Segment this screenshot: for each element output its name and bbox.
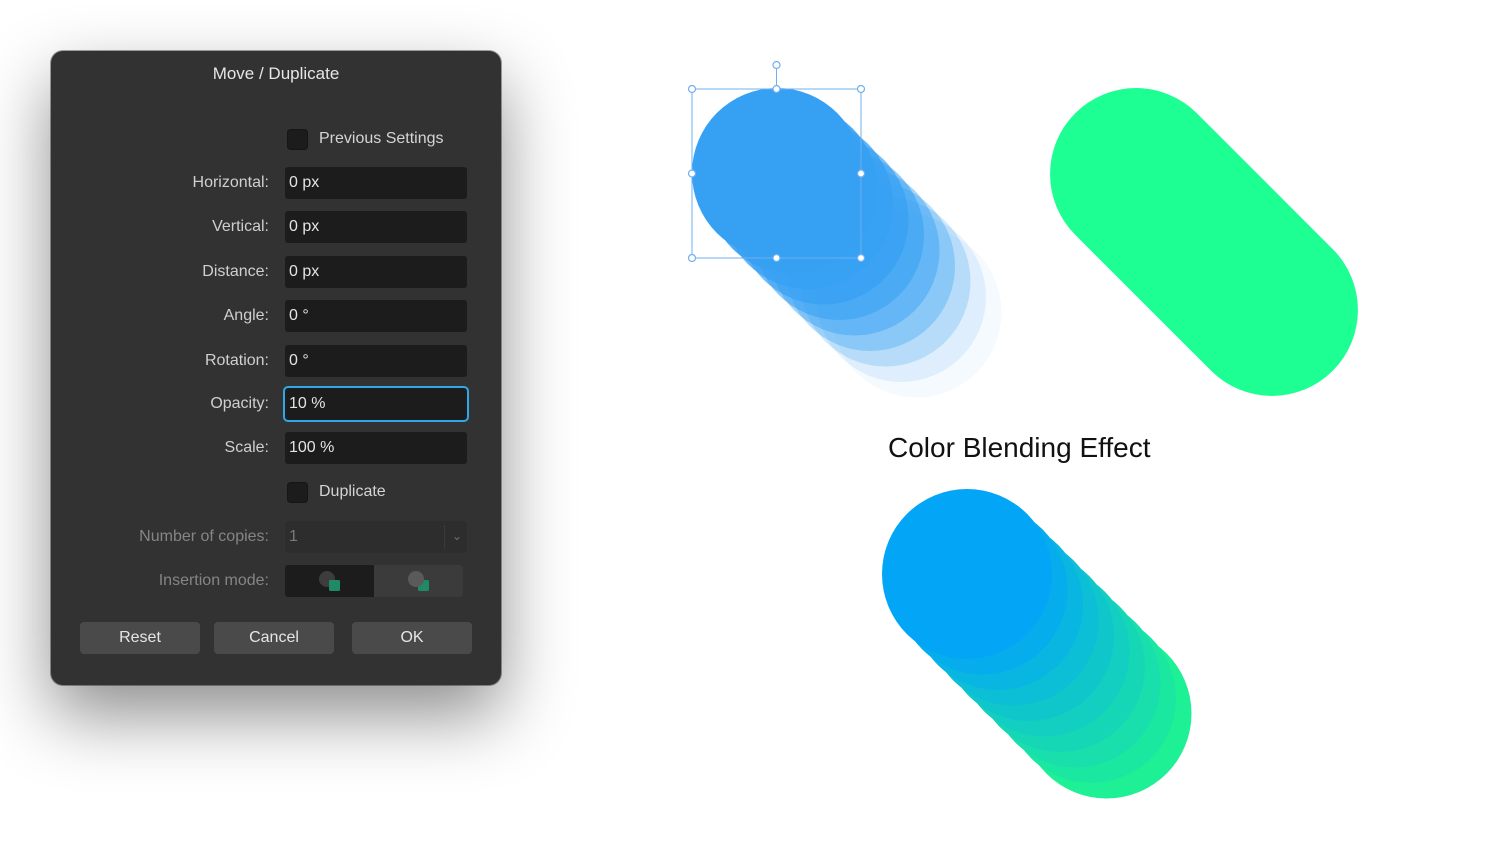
- gradient-circle-trail[interactable]: [882, 489, 1192, 799]
- artwork-canvas: [687, 60, 1358, 799]
- resize-handle[interactable]: [856, 169, 866, 178]
- resize-handle[interactable]: [772, 84, 781, 94]
- resize-handle[interactable]: [687, 253, 697, 263]
- canvas-caption: Color Blending Effect: [888, 432, 1151, 463]
- resize-handle[interactable]: [687, 169, 697, 178]
- resize-handle[interactable]: [856, 84, 866, 94]
- blue-circle-trail[interactable]: [692, 88, 1002, 398]
- resize-handle[interactable]: [772, 253, 781, 263]
- blue-original-circle[interactable]: [692, 88, 862, 258]
- gradient-copy-circle: [882, 489, 1052, 659]
- resize-handle[interactable]: [687, 84, 697, 94]
- resize-handle[interactable]: [856, 253, 866, 263]
- rotation-handle[interactable]: [772, 60, 781, 70]
- green-pill-shape[interactable]: [1050, 88, 1358, 396]
